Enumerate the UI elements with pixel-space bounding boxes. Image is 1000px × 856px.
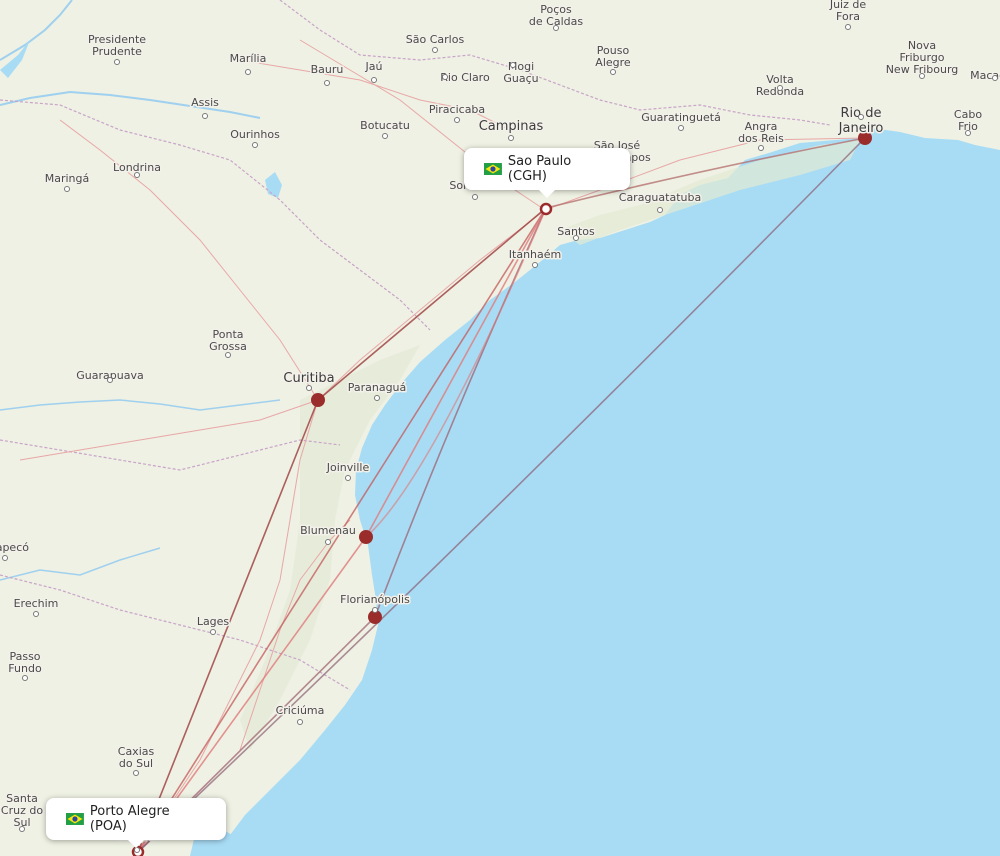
city-label: Bauru <box>311 63 344 76</box>
city-rio: Rio deJaneiro <box>836 105 885 138</box>
city-dot <box>134 847 140 853</box>
city-dot <box>532 262 538 268</box>
city-dot <box>134 172 140 178</box>
city-dot <box>133 770 139 776</box>
city-dot <box>252 142 258 148</box>
city-label: Guaçu <box>503 72 538 85</box>
city-dot <box>992 75 998 81</box>
stop-navegantes[interactable] <box>359 530 373 544</box>
city-dot <box>371 77 377 83</box>
city-dot <box>777 85 783 91</box>
city-dot <box>858 114 864 120</box>
city-label: Blumenau <box>300 524 356 537</box>
city-dot <box>19 826 25 832</box>
destination-label: Porto Alegre (POA) <box>89 804 170 834</box>
city-label: Fundo <box>8 662 42 675</box>
city-dot <box>610 69 616 75</box>
city-label: Guaratinguetá <box>641 111 721 124</box>
city-dot <box>432 47 438 53</box>
city-dot <box>2 555 8 561</box>
city-dot <box>442 74 448 80</box>
city-label: Florianópolis <box>340 593 410 606</box>
city-dot <box>202 113 208 119</box>
city-label: Campinas <box>479 119 544 134</box>
city-dot <box>573 235 579 241</box>
city-label: Maringá <box>45 172 90 185</box>
city-label: Botucatu <box>360 119 410 132</box>
city-dot <box>107 377 113 383</box>
city-macae: Macaé <box>969 68 1000 84</box>
destination-callout[interactable]: Porto Alegre (POA) <box>46 798 226 848</box>
city-label: São Carlos <box>406 33 465 46</box>
city-dot <box>225 352 231 358</box>
city-label: Assis <box>191 96 219 109</box>
stop-curitiba[interactable] <box>311 393 325 407</box>
city-label: Curitiba <box>283 371 334 386</box>
city-dot <box>845 24 851 30</box>
city-label: Marília <box>230 52 267 65</box>
city-label: Piracicaba <box>429 103 485 116</box>
city-label: Erechim <box>14 597 59 610</box>
city-label: Grossa <box>209 340 247 353</box>
city-dot <box>472 194 478 200</box>
city-label: Alegre <box>595 56 631 69</box>
city-dot <box>758 145 764 151</box>
city-label: Lages <box>197 615 230 628</box>
city-dot <box>64 186 70 192</box>
city-label: Joinville <box>326 461 370 474</box>
city-dot <box>297 719 303 725</box>
city-dot <box>919 73 925 79</box>
city-rioclaro: Rio Claro <box>439 70 492 86</box>
city-dot <box>382 133 388 139</box>
brazil-flag-icon <box>66 813 84 825</box>
city-dot <box>210 629 216 635</box>
city-label: Janeiro <box>838 121 884 136</box>
city-dot <box>325 539 331 545</box>
city-label: Prudente <box>92 45 142 58</box>
city-dot <box>553 25 559 31</box>
city-label: Criciúma <box>276 704 325 717</box>
city-dot <box>345 475 351 481</box>
city-label: Chapecó <box>0 541 29 554</box>
city-dot <box>324 80 330 86</box>
city-label: Paranaguá <box>348 381 407 394</box>
city-dot <box>33 611 39 617</box>
city-dot <box>657 207 663 213</box>
city-dot <box>114 59 120 65</box>
city-dot <box>306 385 312 391</box>
origin-marker[interactable] <box>539 202 553 216</box>
brazil-flag-icon <box>484 163 502 175</box>
city-label: Itanhaém <box>509 248 561 261</box>
city-label: Caraguatatuba <box>619 191 701 204</box>
city-label: do Sul <box>119 757 153 770</box>
route-map[interactable]: Poçosde CaldasJuiz deForaPresidentePrude… <box>0 0 1000 856</box>
origin-label: Sao Paulo (CGH) <box>507 154 572 184</box>
city-mogi: MogiGuaçu <box>502 59 540 87</box>
city-guarapuava: Guarapuava <box>75 368 145 384</box>
city-dot <box>510 62 516 68</box>
city-dot <box>372 607 378 613</box>
origin-callout[interactable]: Sao Paulo (CGH) <box>464 148 630 198</box>
city-label: Ourinhos <box>230 128 280 141</box>
city-dot <box>454 117 460 123</box>
city-label: Fora <box>836 10 860 23</box>
city-dot <box>508 135 514 141</box>
city-dot <box>965 130 971 136</box>
city-label: Jaú <box>365 60 383 73</box>
city-label: dos Reis <box>738 132 784 145</box>
city-dot <box>374 395 380 401</box>
city-dot <box>22 675 28 681</box>
city-dot <box>678 125 684 131</box>
city-dot <box>245 69 251 75</box>
